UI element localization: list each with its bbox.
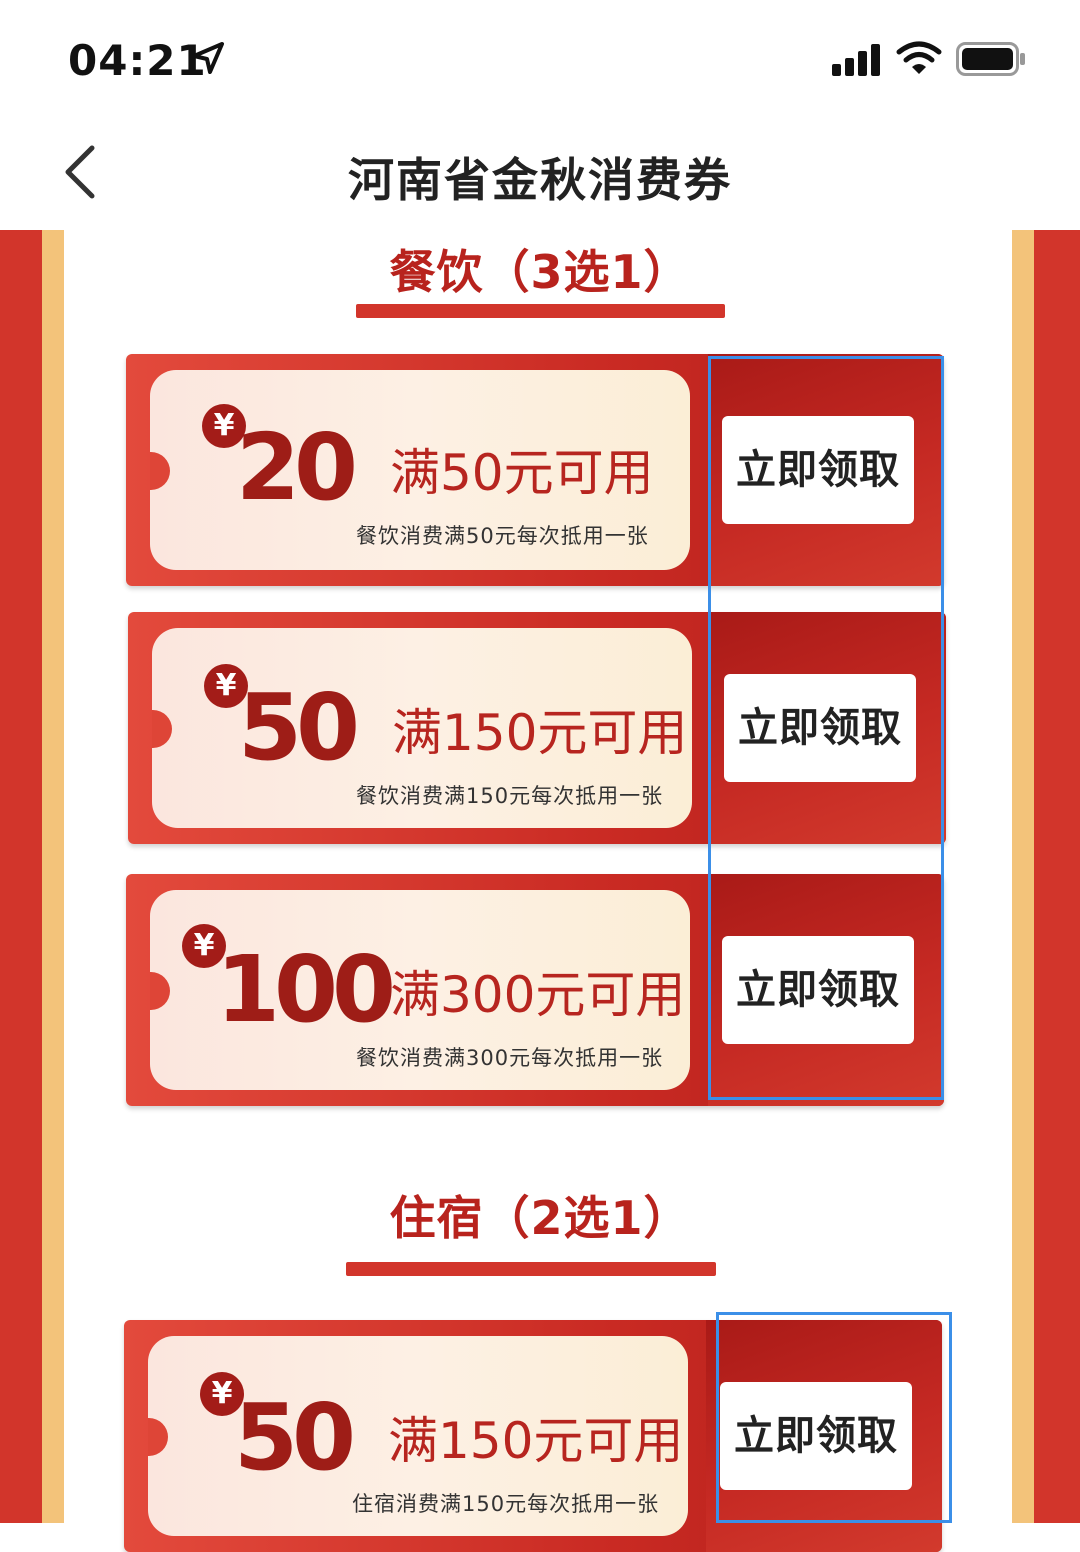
right-border-gold — [1012, 230, 1034, 1523]
coupon-card: ¥ 50 满150元可用 住宿消费满150元每次抵用一张 立即领取 — [124, 1320, 942, 1552]
coupon-ticket: ¥ 100 满300元可用 餐饮消费满300元每次抵用一张 — [150, 890, 690, 1090]
coupon-description: 餐饮消费满50元每次抵用一张 — [356, 524, 649, 548]
coupon-condition: 满300元可用 — [390, 966, 686, 1024]
ticket-notch — [150, 452, 170, 490]
coupon-card: ¥ 20 满50元可用 餐饮消费满50元每次抵用一张 立即领取 — [126, 354, 944, 586]
right-border-red — [1034, 230, 1080, 1523]
cellular-signal-icon — [832, 44, 880, 76]
section-title-lodging: 住宿（2选1） — [389, 1191, 691, 1245]
nav-bar: 河南省金秋消费券 — [0, 120, 1080, 230]
ticket-notch — [150, 972, 170, 1010]
left-border-gold — [42, 230, 64, 1523]
coupon-card: ¥ 50 满150元可用 餐饮消费满150元每次抵用一张 立即领取 — [128, 612, 946, 844]
coupon-amount: 50 — [234, 1384, 356, 1491]
claim-button[interactable]: 立即领取 — [722, 936, 914, 1044]
coupon-condition: 满150元可用 — [392, 704, 688, 762]
coupon-amount: 100 — [216, 936, 396, 1043]
claim-button[interactable]: 立即领取 — [720, 1382, 912, 1490]
status-time: 04:21 — [68, 36, 207, 85]
coupon-amount: 50 — [238, 674, 360, 781]
ticket-notch — [152, 710, 172, 748]
location-arrow-icon — [192, 42, 224, 74]
status-bar: 04:21 — [0, 0, 1080, 120]
wifi-icon — [896, 41, 942, 74]
left-border-red — [0, 230, 42, 1523]
section-underline-lodging — [346, 1262, 716, 1276]
coupon-description: 餐饮消费满300元每次抵用一张 — [356, 1046, 664, 1070]
coupon-ticket: ¥ 50 满150元可用 住宿消费满150元每次抵用一张 — [148, 1336, 688, 1536]
coupon-card: ¥ 100 满300元可用 餐饮消费满300元每次抵用一张 立即领取 — [126, 874, 944, 1106]
coupon-description: 餐饮消费满150元每次抵用一张 — [356, 784, 664, 808]
claim-button[interactable]: 立即领取 — [724, 674, 916, 782]
coupon-description: 住宿消费满150元每次抵用一张 — [352, 1492, 660, 1516]
page-title: 河南省金秋消费券 — [348, 153, 732, 207]
coupon-ticket: ¥ 50 满150元可用 餐饮消费满150元每次抵用一张 — [152, 628, 692, 828]
battery-icon — [956, 42, 1025, 76]
coupon-condition: 满50元可用 — [390, 444, 654, 502]
claim-button[interactable]: 立即领取 — [722, 416, 914, 524]
coupon-amount: 20 — [236, 414, 358, 521]
ticket-notch — [148, 1418, 168, 1456]
coupon-ticket: ¥ 20 满50元可用 餐饮消费满50元每次抵用一张 — [150, 370, 690, 570]
section-title-dining: 餐饮（3选1） — [389, 245, 691, 299]
section-underline-dining — [356, 304, 725, 318]
coupon-condition: 满150元可用 — [388, 1412, 684, 1470]
